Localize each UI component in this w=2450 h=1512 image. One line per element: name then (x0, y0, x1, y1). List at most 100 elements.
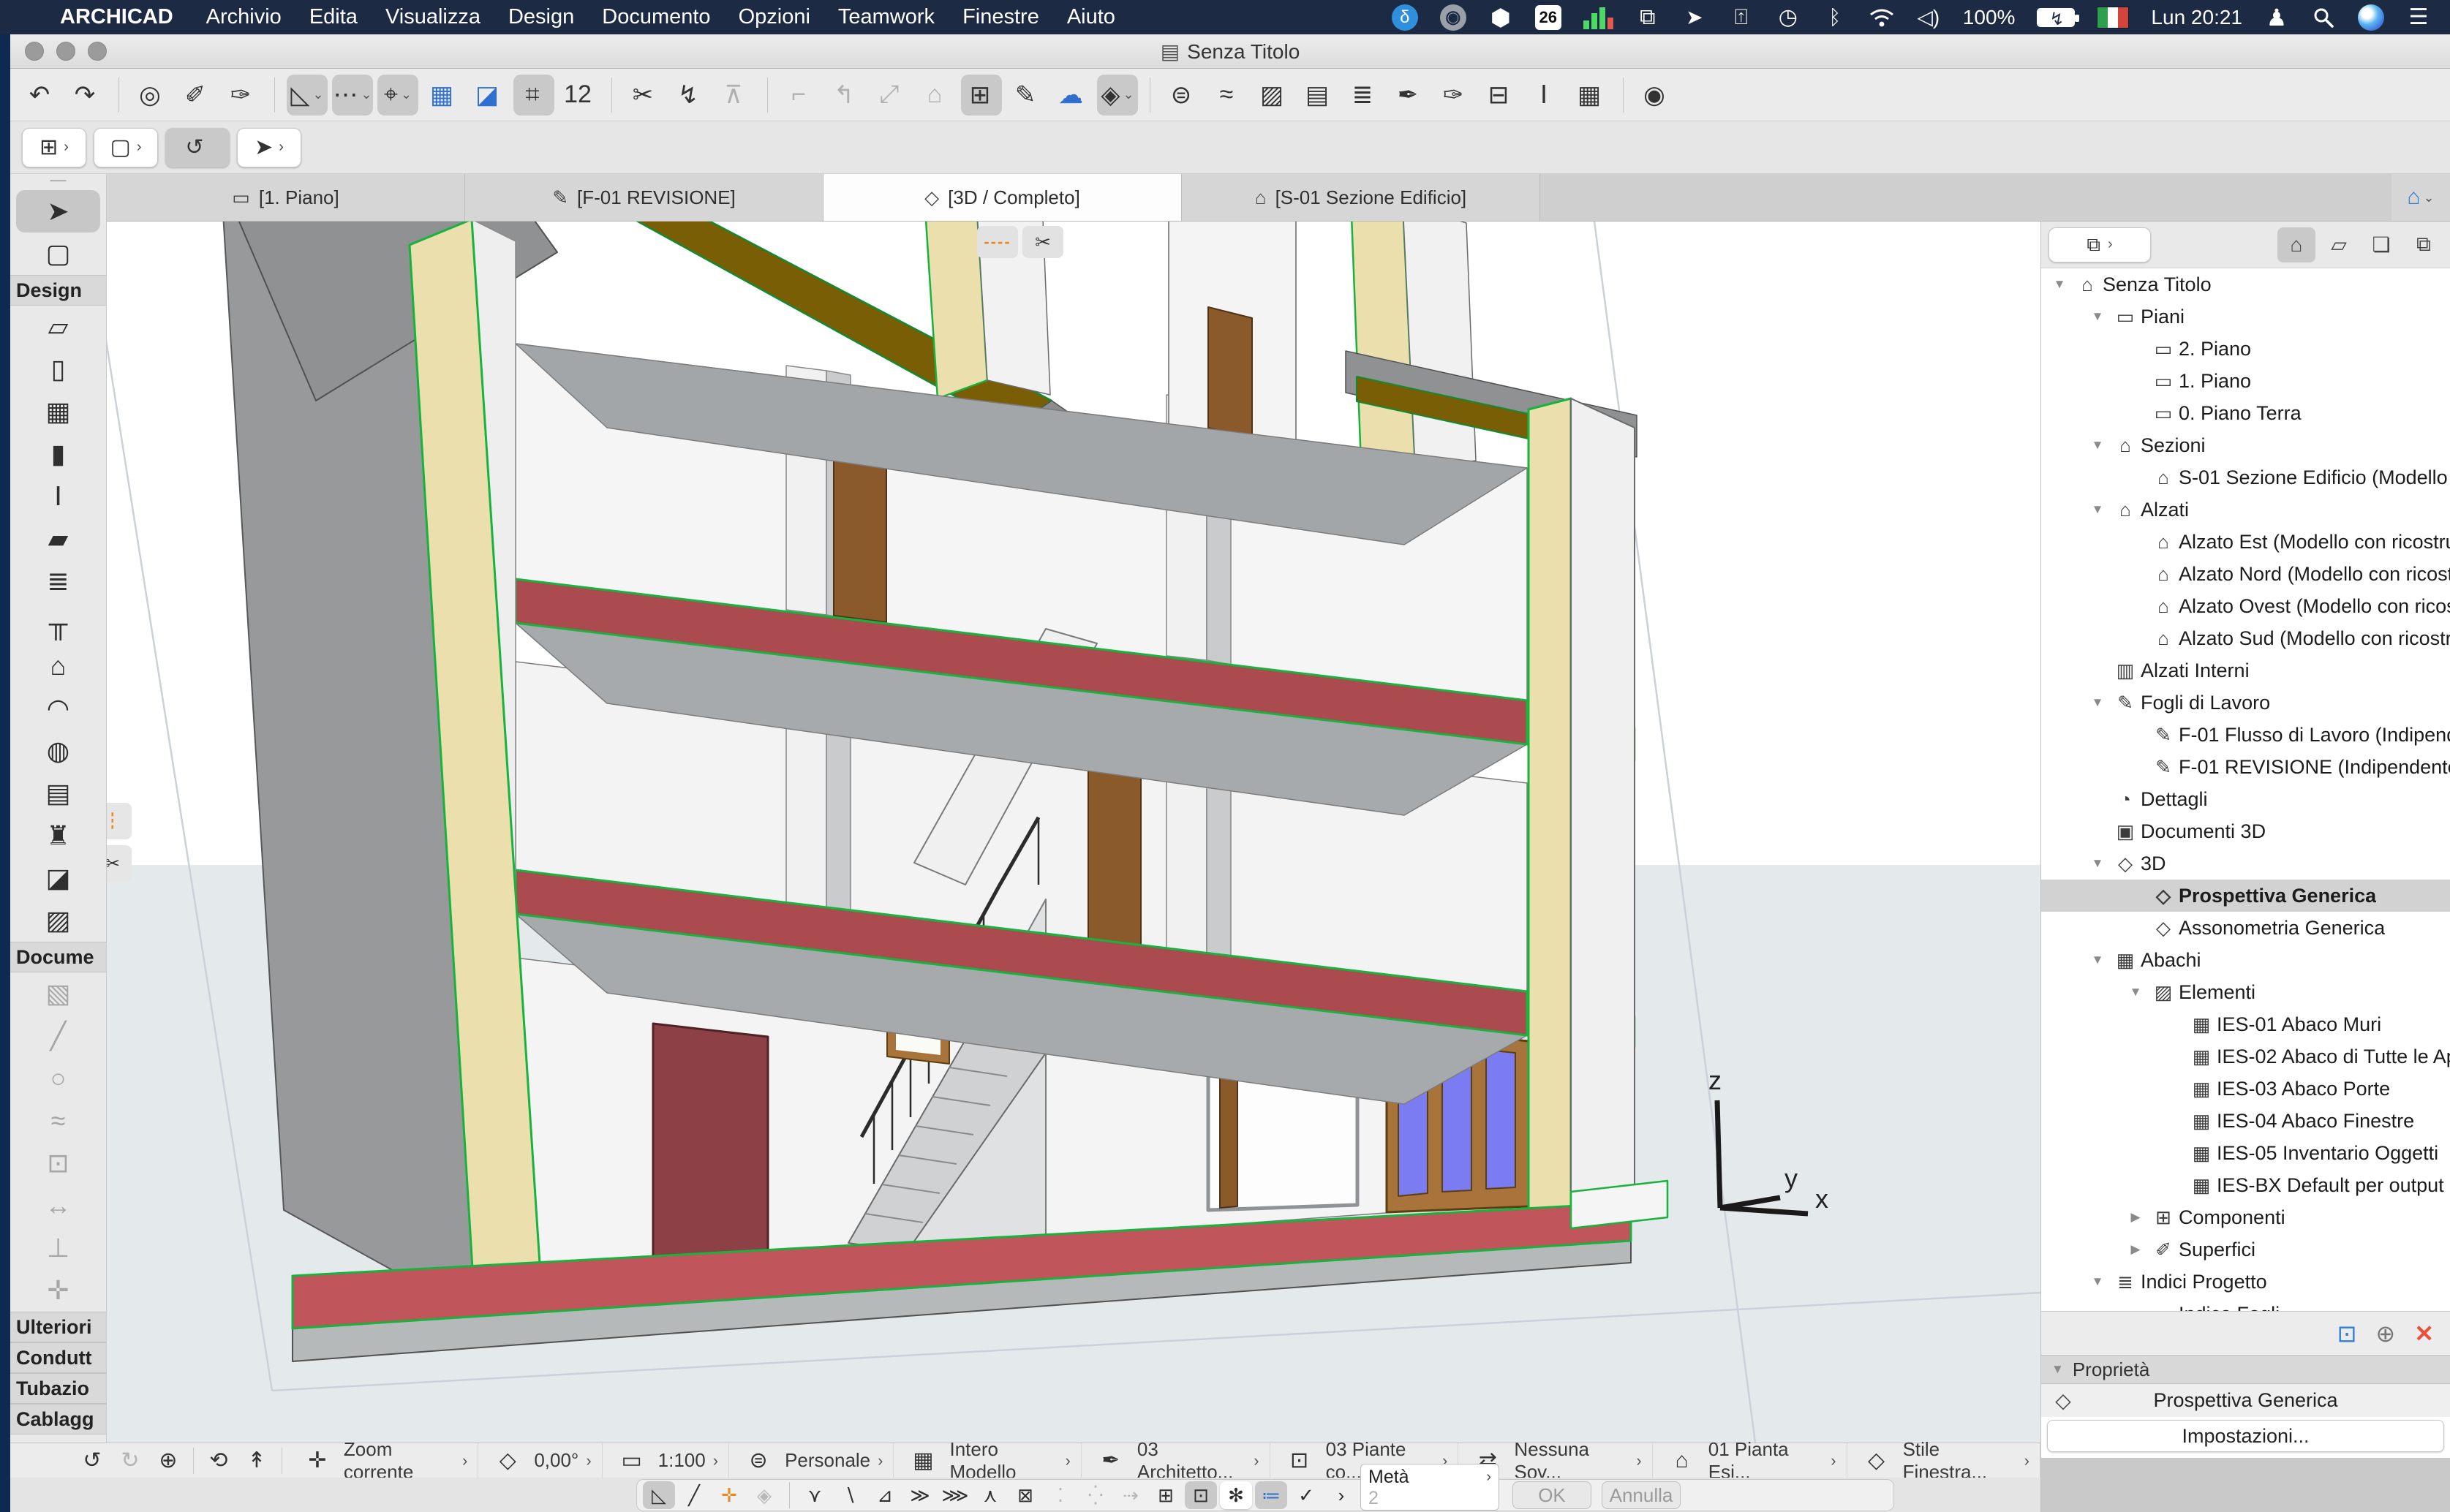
toolbar-button[interactable]: ▤ (1298, 75, 1339, 116)
tracker-input[interactable]: Metà › 2 (1360, 1464, 1499, 1511)
toolbar-button[interactable]: ⊜ (1162, 75, 1203, 116)
airplay-icon[interactable]: ⍐ (1729, 5, 1754, 30)
toolbar-button[interactable]: ⊼ (715, 75, 755, 116)
tree-item[interactable]: ▦ IES-05 Inventario Oggetti (2041, 1137, 2450, 1169)
snap-button[interactable]: ⋎ (799, 1481, 831, 1509)
toolbox-item[interactable]: ✛ (10, 1269, 106, 1312)
toolbar-button[interactable]: ◉ (1635, 75, 1676, 116)
toolbar-button[interactable]: ≣ (1343, 75, 1384, 116)
toolbar-button[interactable]: ⊞ (961, 74, 1002, 116)
snap-button[interactable]: ✻ (1220, 1481, 1252, 1509)
calendar-icon[interactable]: 26 (1534, 4, 1561, 30)
toolbar-button[interactable]: ▦ (423, 75, 464, 116)
toolbox-item[interactable]: ▰ (10, 518, 106, 560)
tree-item[interactable]: ✎ F-01 REVISIONE (Indipendente) (2041, 751, 2450, 783)
tree-item[interactable]: ▦ IES-04 Abaco Finestre (2041, 1105, 2450, 1137)
tree-item[interactable]: ⌂ Alzato Est (Modello con ricostruzione … (2041, 526, 2450, 558)
tree-item[interactable]: ◇ Assonometria Generica (2041, 912, 2450, 944)
toolbar-button[interactable]: ◪ (468, 75, 509, 116)
toolbox-item[interactable]: Condutt (10, 1342, 106, 1373)
snap-button[interactable]: ✓ (1290, 1481, 1322, 1509)
snap-button[interactable]: ≫ (904, 1481, 936, 1509)
orbit-button[interactable]: ⟲ (200, 1448, 238, 1473)
tree-expand-arrow[interactable]: ▼ (2085, 502, 2110, 517)
quick-option-control[interactable]: ✒ 03 Architetto... › (1082, 1438, 1270, 1483)
snap-button[interactable] (789, 1482, 790, 1508)
toolbar-button[interactable]: ⋯ ⌄ (332, 74, 373, 116)
menu-item[interactable]: Edita (295, 5, 372, 29)
toolbox-item[interactable]: ◪ (10, 857, 106, 899)
menu-item[interactable]: Visualizza (372, 5, 494, 29)
menu-item[interactable]: Opzioni (725, 5, 824, 29)
tree-item[interactable]: ⌂ Alzato Ovest (Modello con ricostruzion… (2041, 590, 2450, 622)
toolbox-item[interactable]: ╱ (10, 1015, 106, 1057)
toolbox-item[interactable]: ▨ (10, 899, 106, 942)
quick-option-control[interactable]: ▦ Intero Modello › (894, 1438, 1082, 1483)
ok-button[interactable]: OK (1512, 1481, 1591, 1509)
toolbar-button[interactable]: ↰ (825, 75, 866, 116)
toolbar-button[interactable]: ✂ (624, 75, 665, 116)
toolbar-button[interactable]: ↯ (669, 75, 710, 116)
snap-button[interactable]: ⊿ (869, 1481, 901, 1509)
toolbar-button[interactable]: Ⅰ (1525, 75, 1566, 116)
snap-button[interactable]: ≔ (1255, 1481, 1287, 1509)
publisher-mode-button[interactable]: ⧉ (2405, 227, 2443, 262)
snap-button[interactable]: ✛ (713, 1481, 745, 1509)
spotlight-search-icon[interactable] (2311, 5, 2336, 30)
tree-item[interactable]: ◔ Dettagli (2041, 783, 2450, 815)
snap-button[interactable]: ⊠ (1009, 1481, 1041, 1509)
snap-button[interactable]: ⋏ (974, 1481, 1006, 1509)
delta-status-icon[interactable]: δ (1391, 4, 1418, 31)
app-menu-archicad[interactable]: ARCHICAD (47, 5, 186, 29)
toolbox-item[interactable]: Design (10, 275, 106, 306)
quick-tool-button[interactable]: ➤ › (237, 127, 301, 167)
tree-item[interactable]: ◇ Prospettiva Generica (2041, 880, 2450, 912)
tree-item[interactable]: ▭ 2. Piano (2041, 333, 2450, 365)
menu-item[interactable]: Teamwork (824, 5, 949, 29)
toolbar-button[interactable] (1623, 77, 1624, 113)
tree-item[interactable]: ▼ ⌂ Sezioni (2041, 429, 2450, 461)
menu-item[interactable]: Documento (588, 5, 724, 29)
toolbox-drag-handle[interactable]: — (10, 174, 106, 190)
toolbox-item[interactable]: ○ (10, 1057, 106, 1100)
toolbar-button[interactable]: ✒ (1389, 75, 1430, 116)
view-map-mode-button[interactable]: ▱ (2320, 227, 2358, 262)
toolbar-button[interactable]: ⌖ ⌄ (377, 74, 418, 116)
toolbox-item[interactable]: Ⅰ (10, 475, 106, 518)
snap-point-dropdown[interactable]: Metà (1368, 1467, 1409, 1488)
snap-button[interactable]: ╱ (678, 1481, 710, 1509)
cursor-status-icon[interactable]: ➤ (1682, 5, 1707, 30)
tree-item[interactable]: ▦ IES-BX Default per output BIMx (2041, 1169, 2450, 1201)
zoom-in-button[interactable]: ⊕ (149, 1448, 187, 1473)
display-icon[interactable]: ⧉ (1635, 5, 1660, 30)
view-tab[interactable]: ◇ [3D / Completo] (823, 174, 1182, 221)
tree-expand-arrow[interactable]: ▶ (2123, 1210, 2148, 1225)
tree-expand-arrow[interactable]: ▶ (2123, 1242, 2148, 1257)
project-chooser-button[interactable]: ⧉ › (2048, 227, 2151, 262)
tree-expand-arrow[interactable]: ▼ (2085, 856, 2110, 871)
snap-button[interactable]: ∖ (834, 1481, 866, 1509)
activity-monitor-icon[interactable] (1583, 6, 1613, 29)
toolbox-item[interactable]: ♜ (10, 814, 106, 857)
toolbar-button[interactable]: ✑ (222, 75, 263, 116)
bluetooth-icon[interactable]: ᛒ (1823, 5, 1847, 30)
delete-icon[interactable]: ✕ (2414, 1320, 2434, 1347)
tree-expand-arrow[interactable]: ▼ (2047, 277, 2072, 292)
toolbox-item[interactable]: ▧ (10, 972, 106, 1015)
trace-reference-toggle[interactable]: ---- (977, 226, 1018, 258)
toolbar-button[interactable]: ◈ ⌄ (1097, 74, 1138, 116)
layout-book-mode-button[interactable]: ❏ (2362, 227, 2400, 262)
toolbox-item[interactable]: ▱ (10, 306, 106, 348)
toolbar-button[interactable] (274, 77, 275, 113)
toolbar-button[interactable]: 12 (559, 75, 600, 116)
forward-navigation-button[interactable]: ↻ (111, 1448, 149, 1473)
fast-user-switch-icon[interactable]: ♟ (2264, 4, 2289, 31)
properties-header[interactable]: ▼ Proprietà (2041, 1355, 2450, 1384)
edge-cut-toggle[interactable]: ✂ (107, 845, 132, 882)
toolbox-item[interactable]: Ulteriori (10, 1312, 106, 1342)
snap-button[interactable]: ⊡ (1185, 1481, 1217, 1509)
toolbox-item[interactable]: ↔ (10, 1184, 106, 1227)
tree-item[interactable]: ⌂ Alzato Sud (Modello con ricostruzione … (2041, 622, 2450, 654)
tree-expand-arrow[interactable]: ▼ (2085, 1274, 2110, 1289)
tab-bar-pickup-button[interactable]: ⌂ ⌄ (2391, 174, 2450, 221)
